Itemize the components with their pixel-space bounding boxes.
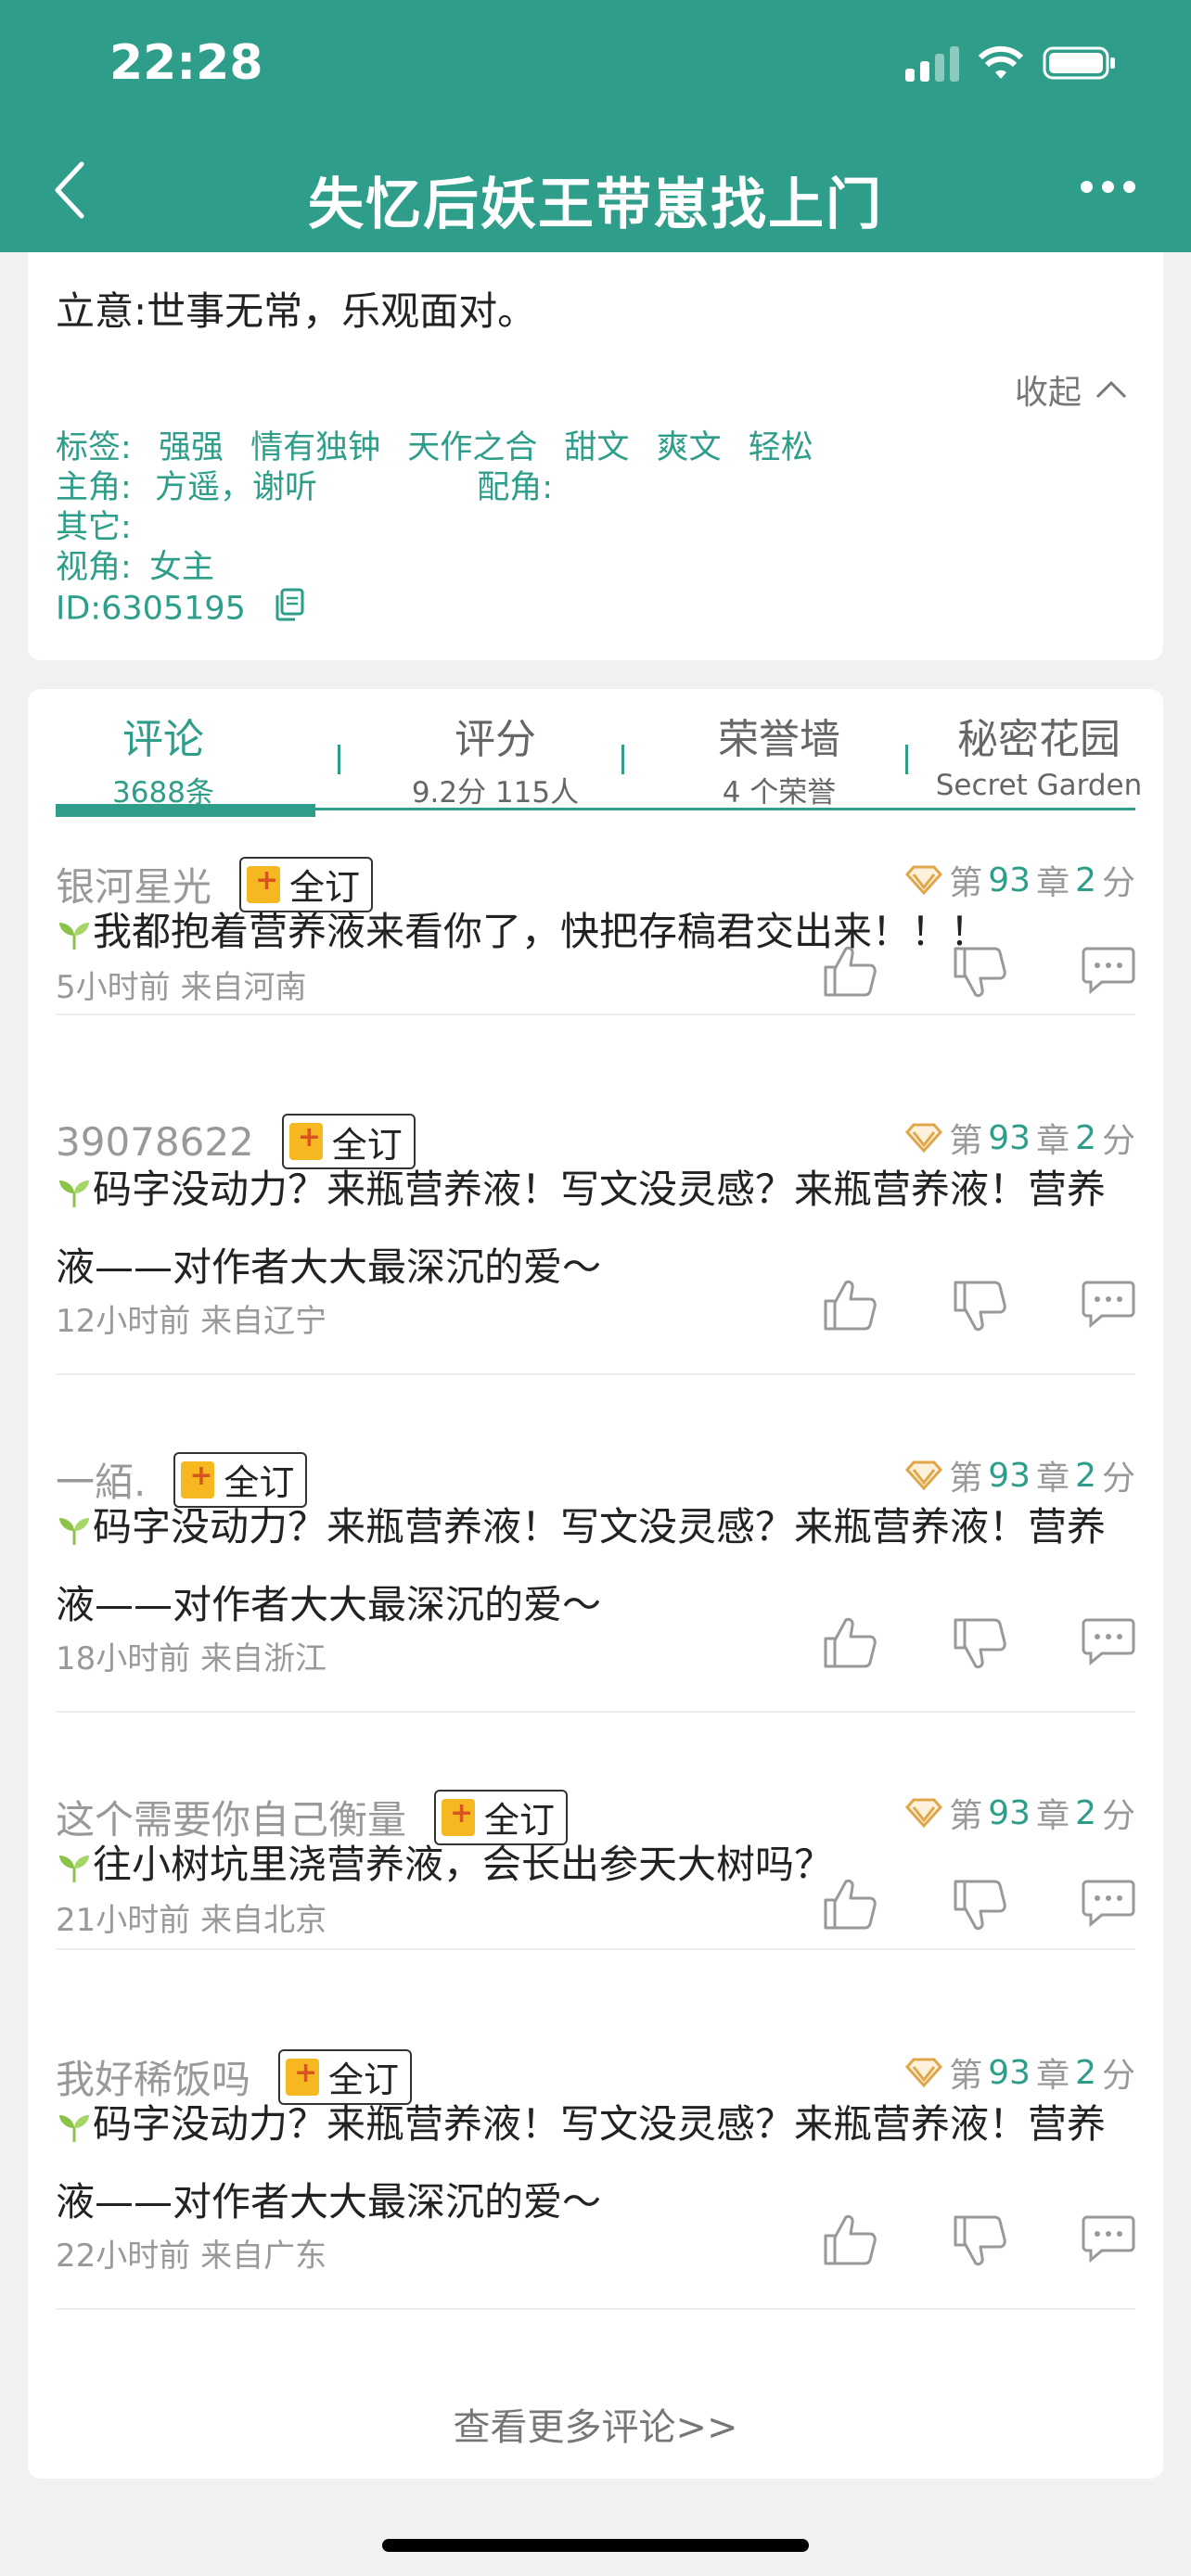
diamond-icon	[905, 865, 943, 895]
diamond-icon	[905, 1798, 943, 1828]
comment-item: 一絔. 全订 第93章2分 码字没动力？来瓶营养液！写文没灵感？来瓶营养液！营养…	[56, 1451, 1135, 1713]
comments-card: 评论 3688条 评分 9.2分 115人 荣誉墙 4 个荣誉 秘密花园 Sec…	[28, 689, 1163, 2479]
sprout-icon	[59, 922, 89, 950]
id-row: ID:6305195	[56, 588, 813, 631]
tab-honor-wall[interactable]: 荣誉墙 4 个荣誉	[649, 706, 909, 810]
tag-item[interactable]: 爽文	[657, 429, 722, 466]
reply-icon[interactable]	[1082, 1616, 1135, 1666]
thumbs-up-icon[interactable]	[822, 1279, 877, 1333]
tab-rating[interactable]: 评分 9.2分 115人	[365, 706, 625, 810]
reply-icon[interactable]	[1082, 945, 1135, 995]
thumbs-up-icon[interactable]	[822, 2213, 877, 2267]
thumbs-up-icon[interactable]	[822, 1878, 877, 1932]
comment-time: 22小时前 来自广东	[56, 2238, 327, 2275]
sprout-icon	[59, 1180, 89, 1207]
sprout-icon	[59, 1855, 89, 1882]
tag-item[interactable]: 情有独钟	[250, 429, 380, 466]
chevron-up-icon	[1095, 380, 1127, 399]
support-label: 配角:	[477, 469, 554, 506]
collapse-button[interactable]: 收起	[1015, 365, 1128, 414]
collapse-label: 收起	[1014, 374, 1082, 412]
thumbs-up-icon[interactable]	[822, 945, 877, 999]
comment-time: 21小时前 来自北京	[56, 1902, 327, 1939]
pov-value: 女主	[148, 549, 214, 586]
tags-row: 标签: 强强 情有独钟 天作之合 甜文 爽文 轻松	[56, 429, 813, 466]
thumbs-up-icon[interactable]	[822, 1616, 877, 1670]
tag-item[interactable]: 轻松	[749, 429, 813, 466]
thumbs-down-icon[interactable]	[952, 2213, 1007, 2267]
comment-time: 12小时前 来自辽宁	[56, 1303, 327, 1340]
reply-icon[interactable]	[1082, 1878, 1135, 1928]
comment-item: 我好稀饭吗 全订 第93章2分 码字没动力？来瓶营养液！写文没灵感？来瓶营养液！…	[56, 2048, 1135, 2310]
diamond-icon	[905, 2058, 943, 2087]
thumbs-down-icon[interactable]	[952, 1878, 1007, 1932]
comment-actions	[822, 945, 1135, 999]
thumbs-down-icon[interactable]	[952, 945, 1007, 999]
comment-time: 18小时前 来自浙江	[56, 1640, 327, 1677]
comment-item: 银河星光 全订 第93章2分 我都抱着营养液来看你了，快把存稿君交出来！！！ 5…	[56, 856, 1135, 1015]
tag-item[interactable]: 强强	[159, 429, 224, 466]
copy-icon[interactable]	[275, 588, 304, 631]
sprout-icon	[59, 1517, 89, 1545]
comment-actions	[822, 2213, 1135, 2267]
status-time: 22:28	[109, 35, 263, 91]
reply-icon[interactable]	[1082, 1279, 1135, 1329]
status-icons	[905, 45, 1117, 82]
novel-info-card: 立意:世事无常，乐观面对。 收起 标签: 强强 情有独钟 天作之合 甜文 爽文 …	[28, 252, 1163, 660]
lead-row: 主角: 方遥，谢听 配角:	[56, 469, 554, 506]
wifi-icon	[978, 45, 1024, 81]
tab-indicator	[56, 804, 315, 817]
comment-time: 5小时前 来自河南	[56, 969, 307, 1006]
page-title: 失忆后妖王带崽找上门	[308, 172, 883, 237]
more-comments-link[interactable]: 查看更多评论>>	[28, 2397, 1163, 2451]
thumbs-down-icon[interactable]	[952, 1616, 1007, 1670]
sprout-icon	[59, 2114, 89, 2142]
comment-item: 这个需要你自己衡量 全订 第93章2分 往小树坑里浇营养液，会长出参天大树吗？ …	[56, 1789, 1135, 1950]
lead-characters: 方遥，谢听	[154, 469, 317, 506]
signal-icon	[905, 45, 959, 82]
battery-icon	[1043, 45, 1117, 81]
novel-id: ID:6305195	[56, 590, 246, 628]
pov-row: 视角: 女主	[56, 549, 214, 586]
diamond-icon	[905, 1460, 943, 1490]
app-bar: 22:28 失忆后妖王带崽找上门	[0, 0, 1191, 252]
other-row: 其它:	[56, 509, 132, 546]
tag-item[interactable]: 天作之合	[407, 429, 537, 466]
comment-item: 39078622 全订 第93章2分 码字没动力？来瓶营养液！写文没灵感？来瓶营…	[56, 1114, 1135, 1375]
thumbs-down-icon[interactable]	[952, 1279, 1007, 1333]
comment-actions	[822, 1279, 1135, 1333]
tab-secret-garden[interactable]: 秘密花园 Secret Garden	[928, 706, 1150, 802]
tab-comments[interactable]: 评论 3688条	[56, 706, 271, 810]
comment-actions	[822, 1616, 1135, 1670]
intent-text: 立意:世事无常，乐观面对。	[56, 288, 537, 334]
more-icon[interactable]	[1081, 181, 1135, 193]
novel-meta: 标签: 强强 情有独钟 天作之合 甜文 爽文 轻松 主角: 方遥，谢听 配角: …	[56, 428, 813, 631]
home-indicator	[382, 2539, 809, 2552]
diamond-icon	[905, 1123, 943, 1153]
comment-actions	[822, 1878, 1135, 1932]
tag-item[interactable]: 甜文	[564, 429, 629, 466]
reply-icon[interactable]	[1082, 2213, 1135, 2264]
